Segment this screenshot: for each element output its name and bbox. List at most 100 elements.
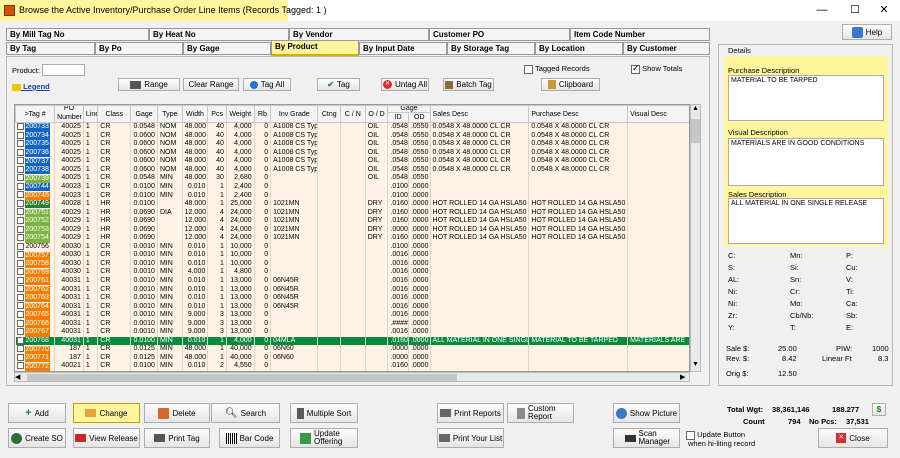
row-tag-checkbox[interactable] <box>16 234 24 242</box>
tag-cell[interactable]: 200772 <box>15 362 56 371</box>
batch-tag-button[interactable]: Batch Tag <box>443 78 494 91</box>
table-row[interactable]: 200762 40031 1 CR 0.0010 MIN 0.010 1 13,000 0 06N4… <box>15 285 689 294</box>
tab-by-po[interactable]: By Po <box>95 42 183 55</box>
show-totals-checkbox[interactable] <box>631 63 640 74</box>
table-row[interactable]: 200735 40025 1 CR 0.0600 NOM 48.000 40 4,000 0 A10… <box>15 140 689 149</box>
tag-cell[interactable]: 200767 <box>15 328 56 337</box>
tag-cell[interactable]: 200759 <box>15 268 56 277</box>
add-button[interactable]: + Add <box>8 403 66 423</box>
table-row[interactable]: 200734 40025 1 CR 0.0600 NOM 48.000 40 4,000 0 A10… <box>15 131 689 141</box>
col-pcs[interactable]: Pcs <box>207 105 227 123</box>
scan-manager-button[interactable]: Scan Manager <box>613 428 680 448</box>
print-reports-button[interactable]: Print Reports <box>437 403 504 423</box>
row-tag-checkbox[interactable] <box>16 302 24 310</box>
table-row[interactable]: 200764 40031 1 CR 0.0010 MIN 0.010 1 13,000 0 06N4… <box>15 302 689 312</box>
close-window-button[interactable]: ✕ <box>876 3 892 17</box>
table-row[interactable]: 200752 40029 1 HR 0.0690 12.000 4 24,000 0 1021MN… <box>15 217 689 226</box>
table-row[interactable]: 200738 40025 1 CR 0.0600 NOM 48.000 40 4,000 0 A10… <box>15 165 689 175</box>
scrollbar-thumb[interactable] <box>691 119 700 143</box>
col-width[interactable]: Width <box>181 105 209 123</box>
dollar-button[interactable]: $ <box>872 403 886 416</box>
custom-report-button[interactable]: Custom Report <box>507 403 574 423</box>
row-tag-checkbox[interactable] <box>16 285 24 293</box>
tag-cell[interactable]: 200751 <box>15 208 56 218</box>
tag-cell[interactable]: 200756 <box>15 242 56 252</box>
col-inv-grade[interactable]: Inv Grade <box>270 105 319 123</box>
tab-by-tag[interactable]: By Tag <box>6 42 95 55</box>
tag-cell[interactable]: 200758 <box>15 259 56 269</box>
col-type[interactable]: Type <box>156 105 183 123</box>
row-tag-checkbox[interactable] <box>16 259 24 267</box>
table-row[interactable]: 200765 40031 1 CR 0.0010 MIN 9.000 3 13,000 0 .001… <box>15 311 689 320</box>
sales-desc-field[interactable]: ALL MATERIAL IN ONE SINGLE RELEASE <box>728 198 884 244</box>
table-row[interactable]: 200772 40021 1 CR 0.0100 MIN 0.010 2 4,550 0 .0160… <box>15 362 689 371</box>
table-row[interactable]: 200753 40029 1 HR 0.0690 12.000 4 24,000 0 1021MN… <box>15 225 689 235</box>
tag-cell[interactable]: 200768 <box>15 336 56 346</box>
row-tag-checkbox[interactable] <box>16 353 24 361</box>
col-po-number[interactable]: Number <box>54 112 84 123</box>
scroll-left-icon[interactable]: ◀ <box>15 373 20 381</box>
minimize-button[interactable]: — <box>814 3 830 17</box>
tag-cell[interactable]: 200745 <box>15 191 56 200</box>
tag-cell[interactable]: 200765 <box>15 311 56 320</box>
col-sales-desc[interactable]: Sales Desc <box>429 105 530 123</box>
visual-desc-field[interactable]: MATERIALS ARE IN GOOD CONDITIONS <box>728 138 884 186</box>
tag-cell[interactable]: 200734 <box>15 131 56 141</box>
table-row[interactable]: 200771 187 1 CR 0.0125 MIN 48.000 1 40,000 0 06N60… <box>15 353 689 363</box>
tag-cell[interactable]: 200738 <box>15 165 56 175</box>
row-tag-checkbox[interactable] <box>16 225 24 233</box>
tag-cell[interactable]: 200752 <box>15 217 56 226</box>
clipboard-button[interactable]: Clipboard <box>541 78 600 91</box>
tag-cell[interactable]: 200735 <box>15 140 56 149</box>
tab-by-product[interactable]: By Product <box>271 40 359 56</box>
table-row[interactable]: 200759 40030 1 CR 0.0010 MIN 4.000 1 4,800 0.0016… <box>15 268 689 277</box>
tag-cell[interactable]: 200761 <box>15 276 56 286</box>
col-gage[interactable]: Gage <box>130 105 158 123</box>
tag-cell[interactable]: 200733 <box>15 122 56 132</box>
tab-by-gage[interactable]: By Gage <box>183 42 271 55</box>
multiple-sort-button[interactable]: Multiple Sort <box>290 403 358 423</box>
table-row[interactable]: 200763 40031 1 CR 0.0010 MIN 0.010 1 13,000 0 06N4… <box>15 293 689 303</box>
row-tag-checkbox[interactable] <box>16 191 24 199</box>
untag-all-button[interactable]: ✕ Untag All <box>381 78 429 91</box>
col-od[interactable]: OD <box>407 112 431 123</box>
table-row[interactable]: 200733 40025 1 CR 0.0548 NOM 48.000 40 4,000 0 A10… <box>15 122 689 132</box>
row-tag-checkbox[interactable] <box>16 345 24 353</box>
row-tag-checkbox[interactable] <box>16 311 24 319</box>
tab-by-storage-tag[interactable]: By Storage Tag <box>447 42 535 55</box>
row-tag-checkbox[interactable] <box>16 328 24 336</box>
show-picture-button[interactable]: Show Picture <box>613 403 680 423</box>
col-line[interactable]: Line <box>82 105 99 123</box>
row-tag-checkbox[interactable] <box>16 217 24 225</box>
tag-cell[interactable]: 200749 <box>15 199 56 209</box>
scroll-down-icon[interactable]: ▼ <box>691 361 700 371</box>
tab-mill-tag-no[interactable]: By Mill Tag No <box>6 28 149 41</box>
table-row[interactable]: 200756 40030 1 CR 0.0010 MIN 0.010 1 10,000 0.010… <box>15 242 689 252</box>
close-button[interactable]: ✕ Close <box>818 428 888 448</box>
scroll-up-icon[interactable]: ▲ <box>691 105 700 115</box>
bar-code-button[interactable]: Bar Code <box>219 428 280 448</box>
table-row[interactable]: 200749 40028 1 HR 0.0100 48.000 1 25,000 0 1021MN… <box>15 199 689 209</box>
row-tag-checkbox[interactable] <box>16 293 24 301</box>
table-row[interactable]: 200757 40030 1 CR 0.0010 MIN 0.010 1 10,000 0.001… <box>15 251 689 260</box>
row-tag-checkbox[interactable] <box>16 148 24 156</box>
table-row[interactable]: 200739 40025 1 CR 0.0548 MIN 48.000 30 2,680 0 OIL… <box>15 174 689 183</box>
print-tag-button[interactable]: Print Tag <box>144 428 210 448</box>
hscrollbar-thumb[interactable] <box>27 374 457 381</box>
tab-item-code-number[interactable]: Item Code Number <box>570 28 710 41</box>
help-button[interactable]: Help <box>842 24 892 40</box>
tab-by-customer[interactable]: By Customer <box>623 42 710 55</box>
col-purchase-desc[interactable]: Purchase Desc <box>528 105 629 123</box>
inventory-grid[interactable]: >Tag # PO Line Class Gage Type Width Pcs… <box>14 104 690 372</box>
row-tag-checkbox[interactable] <box>16 242 24 250</box>
tag-cell[interactable]: 200771 <box>15 353 56 363</box>
col-tag[interactable]: >Tag # <box>15 105 56 123</box>
tag-all-button[interactable]: Tag All <box>243 78 291 91</box>
tag-cell[interactable]: 200770 <box>15 345 56 354</box>
tag-cell[interactable]: 200739 <box>15 174 56 183</box>
row-tag-checkbox[interactable] <box>16 336 25 344</box>
col-class[interactable]: Class <box>97 105 132 123</box>
tag-cell[interactable]: 200763 <box>15 293 56 303</box>
row-tag-checkbox[interactable] <box>16 362 24 370</box>
table-row[interactable]: 200768400311CR0.0100MIN0.01014,000004MLA… <box>15 336 689 346</box>
